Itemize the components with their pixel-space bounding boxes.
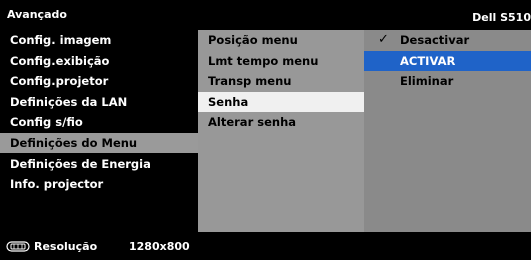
resolution-icon [6, 241, 30, 252]
submenu-item-alterar-senha[interactable]: Alterar senha [198, 112, 364, 132]
submenu-item-lmt-tempo-menu[interactable]: Lmt tempo menu [198, 51, 364, 71]
options-panel: ✓ Desactivar ACTIVAR Eliminar [364, 30, 531, 232]
projector-model: Dell S510 [472, 11, 531, 24]
menu-item-config-sfio[interactable]: Config s/fio [0, 112, 198, 132]
main-menu: Config. imagem Config.exibição Config.pr… [0, 30, 198, 232]
submenu-item-posicao-menu[interactable]: Posição menu [198, 30, 364, 50]
resolution-value: 1280x800 [129, 240, 190, 253]
option-activar[interactable]: ACTIVAR [364, 50, 531, 71]
option-eliminar[interactable]: Eliminar [364, 71, 531, 91]
menu-item-info-projector[interactable]: Info. projector [0, 174, 198, 194]
checkmark-icon: ✓ [378, 32, 389, 47]
menu-item-definicoes-menu[interactable]: Definições do Menu [0, 132, 198, 153]
menu-item-config-imagem[interactable]: Config. imagem [0, 30, 198, 50]
menu-item-config-exibicao[interactable]: Config.exibição [0, 51, 198, 71]
header-bar: Avançado Dell S510 [0, 0, 531, 30]
option-label: ACTIVAR [400, 53, 456, 68]
menu-item-definicoes-lan[interactable]: Definições da LAN [0, 92, 198, 112]
submenu: Posição menu Lmt tempo menu Transp menu … [198, 30, 364, 232]
option-desactivar[interactable]: ✓ Desactivar [364, 30, 531, 50]
option-label: Desactivar [400, 33, 470, 47]
menu-item-config-projetor[interactable]: Config.projetor [0, 71, 198, 91]
resolution-label: Resolução [34, 240, 98, 253]
submenu-item-transp-menu[interactable]: Transp menu [198, 71, 364, 91]
submenu-item-senha[interactable]: Senha [198, 91, 364, 112]
status-bar: Resolução 1280x800 [0, 232, 531, 260]
menu-title: Avançado [7, 8, 67, 21]
menu-item-definicoes-energia[interactable]: Definições de Energia [0, 154, 198, 174]
option-label: Eliminar [400, 74, 454, 89]
